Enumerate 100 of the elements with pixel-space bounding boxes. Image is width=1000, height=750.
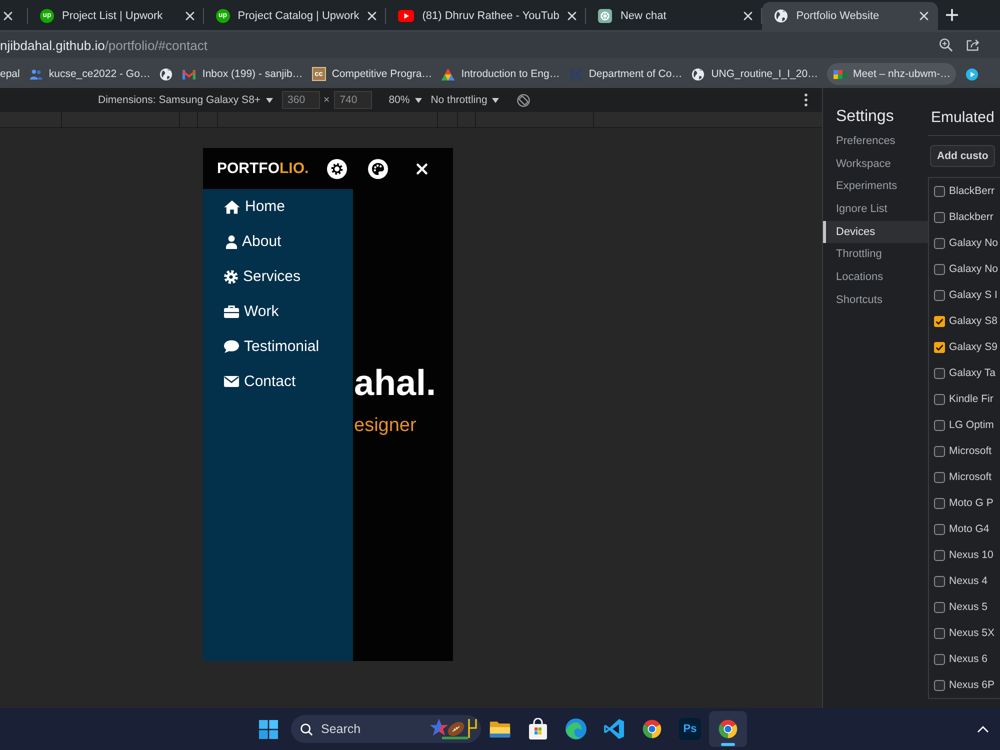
device-checkbox[interactable]: [934, 628, 945, 638]
bookmark[interactable]: Meet – nhz-ubwm-…: [827, 63, 956, 85]
zoom-in-icon[interactable]: [939, 38, 953, 52]
bookmark[interactable]: kucse_ce2022 - Go…: [28, 63, 150, 85]
nav-link[interactable]: Home: [203, 189, 353, 224]
device-checkbox[interactable]: [934, 342, 945, 352]
search-icon[interactable]: [300, 722, 313, 736]
close-icon[interactable]: [367, 11, 378, 21]
wheel-icon: [598, 9, 612, 23]
close-icon[interactable]: [184, 11, 195, 21]
device-checkbox[interactable]: [934, 212, 945, 222]
device-name: Kindle Fir: [949, 393, 994, 405]
device-checkbox[interactable]: [934, 524, 945, 534]
people-icon: [28, 68, 43, 80]
device-checkbox[interactable]: [934, 264, 945, 274]
bookmark[interactable]: Department of Co…: [568, 63, 682, 85]
device-name: Galaxy S9: [949, 341, 998, 353]
hero-name: ahal.: [354, 363, 436, 403]
envelope-icon: [224, 376, 239, 387]
more-options-icon[interactable]: [804, 93, 808, 107]
device-name: Nexus 5X: [949, 627, 995, 639]
plus-icon[interactable]: [945, 8, 959, 22]
nav-link[interactable]: About: [203, 224, 353, 259]
device-checkbox[interactable]: [934, 394, 945, 404]
device-checkbox[interactable]: [934, 602, 945, 612]
share-icon[interactable]: [966, 38, 980, 52]
device-dropdown[interactable]: Dimensions: Samsung Galaxy S8+: [98, 94, 273, 106]
nav-link[interactable]: Contact: [203, 364, 353, 399]
palette-icon[interactable]: [368, 158, 388, 178]
settings-nav-item[interactable]: Workspace: [823, 152, 928, 176]
nav-link[interactable]: Services: [203, 259, 353, 294]
width-field[interactable]: 360: [282, 91, 320, 109]
bookmark[interactable]: epal: [0, 63, 20, 85]
device-checkbox[interactable]: [934, 680, 945, 690]
device-name: BlackBerr: [949, 185, 995, 197]
device-checkbox[interactable]: [934, 186, 945, 196]
settings-nav-item[interactable]: Preferences: [823, 130, 928, 153]
globe-icon: [159, 68, 174, 80]
caret-icon: [414, 98, 422, 102]
gear-icon: [224, 270, 238, 284]
nav-link[interactable]: Work: [203, 294, 353, 329]
close-icon[interactable]: [919, 11, 929, 21]
mail-icon: [182, 68, 196, 80]
device-checkbox[interactable]: [934, 576, 945, 586]
site-logo[interactable]: PORTFOLIO.: [217, 160, 309, 177]
grid-squares-icon: [258, 720, 278, 738]
close-icon[interactable]: [3, 11, 13, 21]
settings-nav-item[interactable]: Ignore List: [823, 198, 928, 221]
gear-icon[interactable]: [327, 158, 347, 178]
globe-icon: [691, 68, 706, 80]
device-name: Galaxy No: [949, 237, 998, 249]
briefcase-icon: [224, 305, 239, 318]
device-checkbox[interactable]: [934, 472, 945, 482]
browser-tab[interactable]: (81) Dhruv Rathee - YouTub: [386, 2, 586, 30]
device-name: Moto G4: [949, 523, 990, 535]
search-field[interactable]: Search: [321, 722, 381, 736]
rotate-icon[interactable]: [517, 94, 530, 106]
device-checkbox[interactable]: [934, 420, 945, 430]
settings-nav-item[interactable]: Shortcuts: [823, 288, 928, 312]
device-name: Nexus 6P: [949, 679, 995, 691]
bookmark[interactable]: Inbox (199) - sanjib…: [182, 63, 303, 85]
bookmark[interactable]: Introduction to Eng…: [441, 63, 560, 85]
ribbon-icon: [603, 718, 625, 740]
football-star-icon[interactable]: [430, 716, 478, 742]
bookmark[interactable]: UNG_routine_I_I_20…: [691, 63, 818, 85]
add-device-button[interactable]: Add custo: [930, 145, 996, 167]
device-name: Microsoft: [949, 471, 992, 483]
settings-nav-item[interactable]: Experiments: [823, 175, 928, 198]
wave-circle-icon: [565, 718, 587, 740]
app-logo: Ps: [679, 718, 701, 740]
height-field[interactable]: 740: [334, 91, 372, 109]
device-checkbox[interactable]: [934, 290, 945, 300]
speech-bubble-icon: [224, 340, 239, 353]
chevron-up-icon[interactable]: [977, 726, 989, 732]
device-name: Nexus 5: [949, 601, 988, 613]
device-checkbox[interactable]: [934, 498, 945, 508]
hero-role: esigner: [354, 415, 418, 437]
nav-link[interactable]: Testimonial: [203, 329, 353, 364]
settings-nav-item[interactable]: Throttling: [823, 243, 928, 266]
throttling-dropdown[interactable]: No throttling: [430, 94, 500, 106]
settings-nav-item[interactable]: Devices: [823, 220, 928, 244]
device-checkbox[interactable]: [934, 238, 945, 248]
address-field[interactable]: njibdahal.github.io/portfolio/#contact: [0, 32, 1000, 58]
device-checkbox[interactable]: [934, 446, 945, 456]
device-checkbox[interactable]: [934, 654, 945, 664]
zoom-dropdown[interactable]: 80%: [388, 94, 422, 106]
video-camera-icon: [833, 68, 848, 80]
taskbar-app-button[interactable]: Ps: [671, 711, 709, 747]
device-checkbox[interactable]: [934, 550, 945, 560]
device-name: Nexus 10: [949, 549, 994, 561]
device-checkbox[interactable]: [934, 368, 945, 378]
close-icon[interactable]: [743, 11, 754, 21]
browser-tab[interactable]: New chat: [586, 2, 762, 30]
device-name: Moto G P: [949, 497, 994, 509]
device-checkbox[interactable]: [934, 316, 945, 326]
settings-nav-item[interactable]: Locations: [823, 266, 928, 289]
device-name: Nexus 4: [949, 575, 988, 587]
taskbar-app-button[interactable]: [709, 711, 747, 747]
close-icon[interactable]: [567, 11, 578, 21]
browser-tab[interactable]: Portfolio Website: [762, 2, 938, 30]
